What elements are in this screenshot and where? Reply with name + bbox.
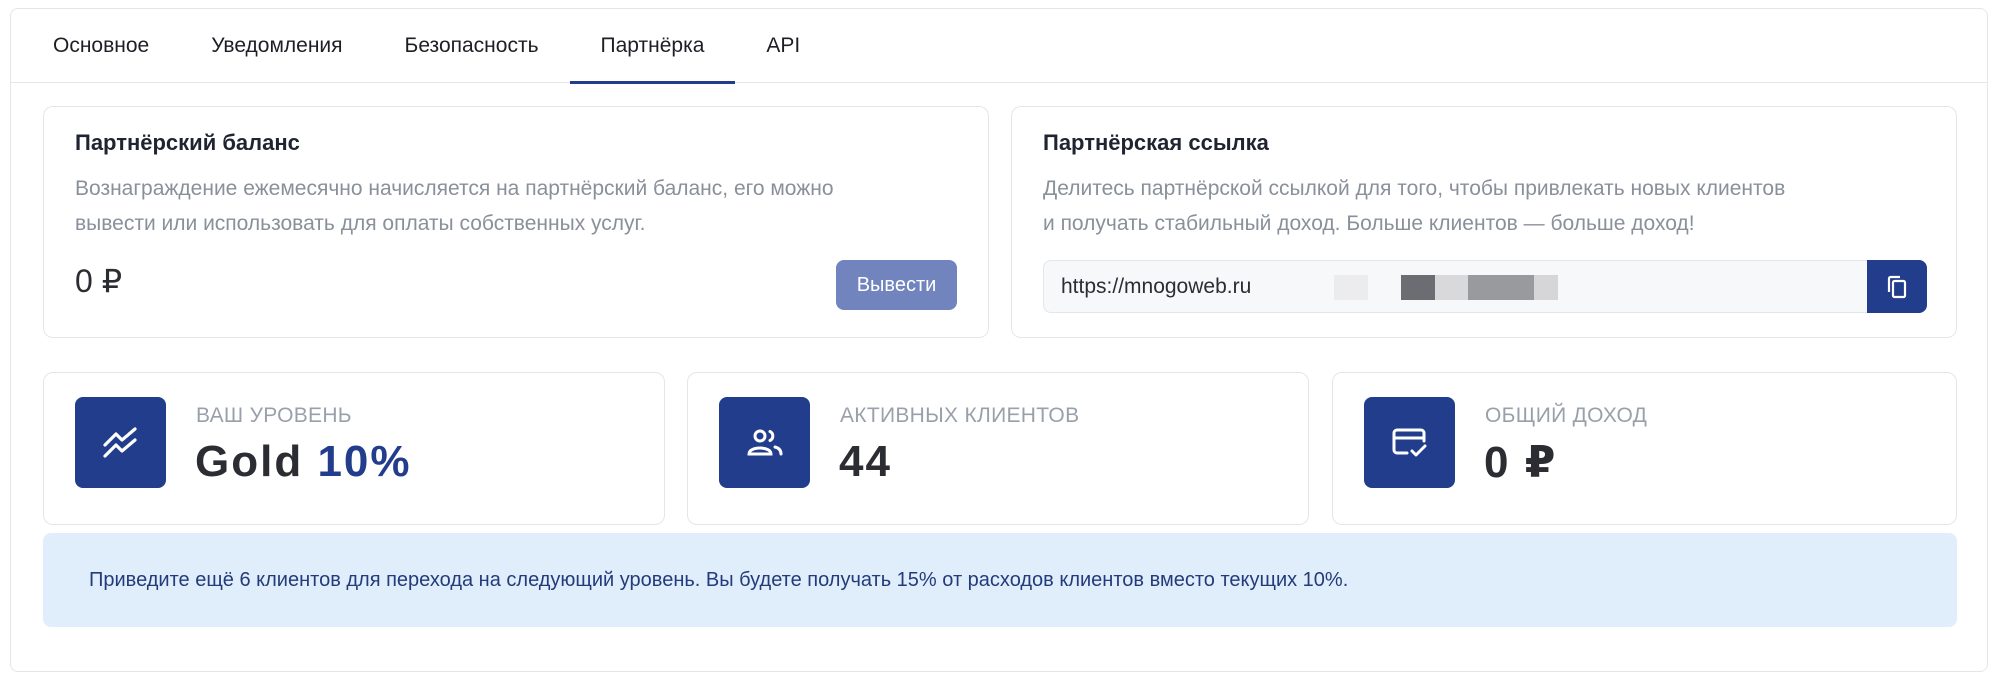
card-check-icon [1392, 428, 1426, 456]
stat-income-card: ОБЩИЙ ДОХОД 0 ₽ [1332, 372, 1957, 525]
partner-balance-description-line: Вознаграждение ежемесячно начисляется на… [75, 177, 834, 200]
tab-notifications[interactable]: Уведомления [180, 9, 373, 83]
redacted-block [1334, 275, 1368, 300]
tab-api[interactable]: API [735, 9, 831, 83]
partner-balance-amount: 0 ₽ [75, 263, 123, 299]
partner-link-field[interactable]: https://mnogoweb.ru [1043, 260, 1867, 313]
partner-balance-title: Партнёрский баланс [75, 130, 300, 155]
users-icon [746, 429, 782, 455]
copy-link-button[interactable] [1867, 260, 1927, 313]
tab-partner[interactable]: Партнёрка [569, 9, 736, 84]
stat-clients-card: АКТИВНЫХ КЛИЕНТОВ 44 [687, 372, 1309, 525]
tab-security[interactable]: Безопасность [374, 9, 570, 83]
partner-link-title: Партнёрская ссылка [1043, 130, 1269, 155]
next-level-banner: Приведите ещё 6 клиентов для перехода на… [43, 533, 1957, 627]
stat-level-value: Gold 10% [195, 437, 412, 487]
stat-income-value: 0 ₽ [1484, 438, 1558, 487]
partner-balance-card: Партнёрский баланс Вознаграждение ежемес… [43, 106, 989, 338]
partner-link-url: https://mnogoweb.ru [1061, 274, 1252, 298]
redacted-block [1435, 275, 1468, 300]
redacted-block [1468, 275, 1534, 300]
stat-clients-value: 44 [839, 437, 892, 486]
next-level-text: Приведите ещё 6 клиентов для перехода на… [89, 568, 1349, 591]
stat-level-card: ВАШ УРОВЕНЬ Gold 10% [43, 372, 665, 525]
redacted-block [1534, 275, 1558, 300]
stat-income-label: ОБЩИЙ ДОХОД [1485, 404, 1648, 427]
level-percent: 10% [317, 437, 412, 486]
withdraw-button[interactable]: Вывести [836, 260, 957, 310]
partner-link-description-line: Делитесь партнёрской ссылкой для того, ч… [1043, 177, 1786, 200]
copy-icon [1887, 275, 1907, 298]
stat-level-label: ВАШ УРОВЕНЬ [196, 404, 352, 427]
stat-clients-label: АКТИВНЫХ КЛИЕНТОВ [840, 404, 1080, 427]
partner-link-description-line: и получать стабильный доход. Больше клие… [1043, 212, 1695, 235]
partner-balance-description: Вознаграждение ежемесячно начисляется на… [75, 171, 834, 241]
settings-tabs: Основное Уведомления Безопасность Партнё… [11, 9, 1987, 84]
level-name: Gold [195, 437, 304, 486]
partner-balance-description-line: вывести или использовать для оплаты собс… [75, 212, 646, 235]
stat-level-icon-box [75, 397, 166, 488]
trend-icon [102, 426, 137, 458]
stat-income-icon-box [1364, 397, 1455, 488]
partner-link-card: Партнёрская ссылка Делитесь партнёрской … [1011, 106, 1957, 338]
tab-general[interactable]: Основное [43, 9, 180, 83]
redacted-block [1401, 275, 1435, 300]
settings-panel: Основное Уведомления Безопасность Партнё… [10, 8, 1988, 672]
partner-link-description: Делитесь партнёрской ссылкой для того, ч… [1043, 171, 1785, 241]
stat-clients-icon-box [719, 397, 810, 488]
